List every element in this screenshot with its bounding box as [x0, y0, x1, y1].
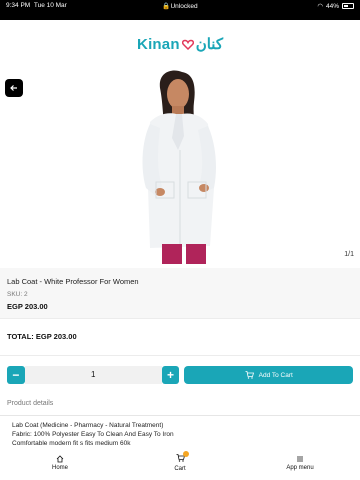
increase-quantity-button[interactable]: + — [161, 366, 180, 384]
status-right: ◠ 44% — [317, 2, 354, 10]
wifi-icon: ◠ — [317, 3, 323, 10]
product-details-body: Lab Coat (Medicine - Pharmacy - Natural … — [12, 421, 174, 448]
product-image-gallery[interactable] — [0, 68, 360, 264]
heart-logo-icon — [181, 39, 194, 50]
logo-latin: Kinan — [137, 35, 180, 53]
cart-icon — [245, 371, 254, 379]
add-to-cart-button[interactable]: Add To Cart — [184, 366, 353, 384]
product-info: Lab Coat - White Professor For Women SKU… — [0, 268, 360, 318]
brand-logo[interactable]: Kinan كنان — [137, 35, 223, 54]
arrow-left-icon — [10, 85, 17, 91]
quantity-row: − 1 + Add To Cart — [7, 365, 353, 385]
header: Kinan كنان — [0, 20, 360, 68]
nav-home-label: Home — [51, 465, 68, 471]
status-bar: 9:34 PM Tue 10 Mar 🔒Unlocked ◠ 44% — [0, 0, 360, 20]
cart-badge — [182, 451, 189, 457]
total-section: TOTAL: EGP 203.00 — [0, 318, 360, 356]
nav-cart-label: Cart — [174, 466, 186, 472]
status-lock: 🔒Unlocked — [162, 3, 198, 10]
logo-arabic: كنان — [195, 36, 223, 53]
status-lock-label: Unlocked — [170, 3, 198, 10]
back-button[interactable] — [5, 79, 23, 97]
product-sku: SKU: 2 — [7, 291, 28, 298]
minus-icon: − — [12, 368, 20, 382]
nav-app-menu[interactable]: App menu — [240, 446, 360, 480]
divider — [0, 415, 360, 416]
details-line: Fabric: 100% Polyester Easy To Clean And… — [12, 431, 174, 438]
decrease-quantity-button[interactable]: − — [7, 366, 25, 384]
home-icon — [56, 455, 64, 463]
add-to-cart-label: Add To Cart — [258, 371, 293, 379]
product-title: Lab Coat - White Professor For Women — [7, 277, 139, 286]
battery-icon — [342, 3, 354, 9]
bottom-nav: Home Cart App menu — [0, 446, 360, 480]
total-price: TOTAL: EGP 203.00 — [7, 332, 77, 341]
nav-cart[interactable]: Cart — [120, 446, 240, 480]
image-pager: 1/1 — [344, 251, 354, 258]
hamburger-menu-icon — [297, 456, 303, 462]
nav-home[interactable]: Home — [0, 446, 120, 480]
product-price: EGP 203.00 — [7, 302, 48, 311]
plus-icon: + — [167, 368, 175, 382]
cart-icon-wrap — [176, 451, 189, 464]
quantity-value[interactable]: 1 — [24, 366, 162, 384]
product-photo — [142, 70, 216, 264]
product-details-heading: Product details — [7, 400, 54, 407]
nav-app-menu-label: App menu — [286, 465, 314, 471]
battery-level: 44% — [325, 2, 339, 10]
details-line: Lab Coat (Medicine - Pharmacy - Natural … — [12, 422, 164, 429]
